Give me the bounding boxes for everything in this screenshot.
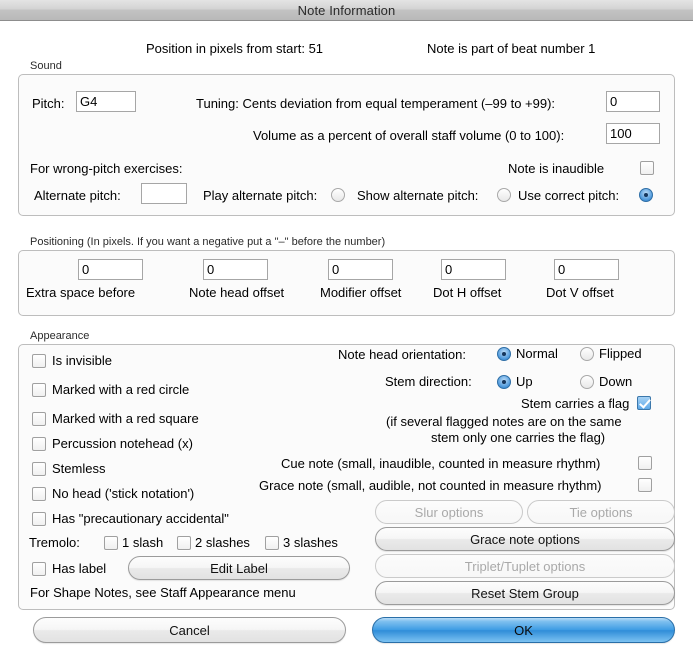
- alternate-pitch-label: Alternate pitch:: [34, 188, 121, 203]
- grace-note-checkbox[interactable]: [638, 478, 652, 492]
- beat-value: 1: [588, 41, 595, 56]
- appearance-group-label: Appearance: [26, 330, 93, 342]
- pitch-input[interactable]: [76, 91, 136, 112]
- position-label: Position in pixels from start:: [146, 41, 305, 56]
- tuning-label: Tuning: Cents deviation from equal tempe…: [196, 96, 555, 111]
- percussion-notehead-label: Percussion notehead (x): [52, 436, 193, 451]
- red-square-label: Marked with a red square: [52, 411, 199, 426]
- triplet-tuplet-options-button[interactable]: Triplet/Tuplet options: [375, 554, 675, 578]
- sound-group-label: Sound: [26, 60, 66, 72]
- orientation-normal-radio[interactable]: [497, 347, 511, 361]
- extra-space-before-input[interactable]: [78, 259, 143, 280]
- volume-input[interactable]: [606, 123, 660, 144]
- tremolo-1-slash-label: 1 slash: [122, 535, 163, 550]
- precautionary-accidental-label: Has "precautionary accidental": [52, 511, 229, 526]
- window-title: Note Information: [298, 3, 396, 18]
- wrong-pitch-exercises-label: For wrong-pitch exercises:: [30, 161, 182, 176]
- play-alternate-pitch-label: Play alternate pitch:: [203, 188, 317, 203]
- tremolo-3-slashes-checkbox[interactable]: [265, 536, 279, 550]
- note-head-offset-input[interactable]: [203, 259, 268, 280]
- red-square-checkbox[interactable]: [32, 412, 46, 426]
- use-correct-pitch-radio[interactable]: [639, 188, 653, 202]
- dot-h-offset-input[interactable]: [441, 259, 506, 280]
- stem-down-label: Down: [599, 374, 632, 389]
- dot-h-offset-label: Dot H offset: [433, 285, 501, 300]
- dot-v-offset-label: Dot V offset: [546, 285, 614, 300]
- stemless-checkbox[interactable]: [32, 462, 46, 476]
- ok-button[interactable]: OK: [372, 617, 675, 643]
- play-alternate-pitch-radio[interactable]: [331, 188, 345, 202]
- positioning-group-label: Positioning (In pixels. If you want a ne…: [26, 236, 389, 248]
- show-alternate-pitch-label: Show alternate pitch:: [357, 188, 478, 203]
- no-head-checkbox[interactable]: [32, 487, 46, 501]
- tie-options-button[interactable]: Tie options: [527, 500, 675, 524]
- red-circle-label: Marked with a red circle: [52, 382, 189, 397]
- beat-info: Note is part of beat number 1: [427, 41, 595, 56]
- has-label-checkbox[interactable]: [32, 562, 46, 576]
- extra-space-before-label: Extra space before: [26, 285, 135, 300]
- has-label-label: Has label: [52, 561, 106, 576]
- grace-note-options-button[interactable]: Grace note options: [375, 527, 675, 551]
- stem-carries-flag-checkbox[interactable]: [637, 396, 651, 410]
- percussion-notehead-checkbox[interactable]: [32, 437, 46, 451]
- stem-flag-note-line1: (if several flagged notes are on the sam…: [386, 414, 622, 429]
- modifier-offset-input[interactable]: [328, 259, 393, 280]
- tremolo-3-slashes-label: 3 slashes: [283, 535, 338, 550]
- no-head-label: No head ('stick notation'): [52, 486, 194, 501]
- slur-options-button[interactable]: Slur options: [375, 500, 523, 524]
- reset-stem-group-button[interactable]: Reset Stem Group: [375, 581, 675, 605]
- grace-note-label: Grace note (small, audible, not counted …: [259, 478, 602, 493]
- alternate-pitch-input[interactable]: [141, 183, 187, 204]
- is-invisible-label: Is invisible: [52, 353, 112, 368]
- precautionary-accidental-checkbox[interactable]: [32, 512, 46, 526]
- note-head-orientation-label: Note head orientation:: [338, 347, 466, 362]
- tremolo-2-slashes-label: 2 slashes: [195, 535, 250, 550]
- tremolo-2-slashes-checkbox[interactable]: [177, 536, 191, 550]
- window-titlebar: Note Information: [0, 0, 693, 21]
- edit-label-button[interactable]: Edit Label: [128, 556, 350, 580]
- tuning-input[interactable]: [606, 91, 660, 112]
- orientation-flipped-radio[interactable]: [580, 347, 594, 361]
- pitch-label: Pitch:: [32, 96, 65, 111]
- cue-note-label: Cue note (small, inaudible, counted in m…: [281, 456, 600, 471]
- orientation-flipped-label: Flipped: [599, 346, 642, 361]
- red-circle-checkbox[interactable]: [32, 383, 46, 397]
- stemless-label: Stemless: [52, 461, 105, 476]
- note-inaudible-label: Note is inaudible: [508, 161, 604, 176]
- stem-up-label: Up: [516, 374, 533, 389]
- dot-v-offset-input[interactable]: [554, 259, 619, 280]
- position-value: 51: [309, 41, 323, 56]
- note-head-offset-label: Note head offset: [189, 285, 284, 300]
- beat-label: Note is part of beat number: [427, 41, 585, 56]
- tremolo-label: Tremolo:: [29, 535, 80, 550]
- volume-label: Volume as a percent of overall staff vol…: [253, 128, 564, 143]
- orientation-normal-label: Normal: [516, 346, 558, 361]
- cue-note-checkbox[interactable]: [638, 456, 652, 470]
- shape-notes-note: For Shape Notes, see Staff Appearance me…: [30, 585, 296, 600]
- stem-up-radio[interactable]: [497, 375, 511, 389]
- use-correct-pitch-label: Use correct pitch:: [518, 188, 619, 203]
- modifier-offset-label: Modifier offset: [320, 285, 401, 300]
- tremolo-1-slash-checkbox[interactable]: [104, 536, 118, 550]
- show-alternate-pitch-radio[interactable]: [497, 188, 511, 202]
- stem-flag-note-line2: stem only one carries the flag): [431, 430, 605, 445]
- is-invisible-checkbox[interactable]: [32, 354, 46, 368]
- stem-down-radio[interactable]: [580, 375, 594, 389]
- stem-carries-flag-label: Stem carries a flag: [521, 396, 629, 411]
- cancel-button[interactable]: Cancel: [33, 617, 346, 643]
- stem-direction-label: Stem direction:: [385, 374, 472, 389]
- note-inaudible-checkbox[interactable]: [640, 161, 654, 175]
- position-info: Position in pixels from start: 51: [146, 41, 323, 56]
